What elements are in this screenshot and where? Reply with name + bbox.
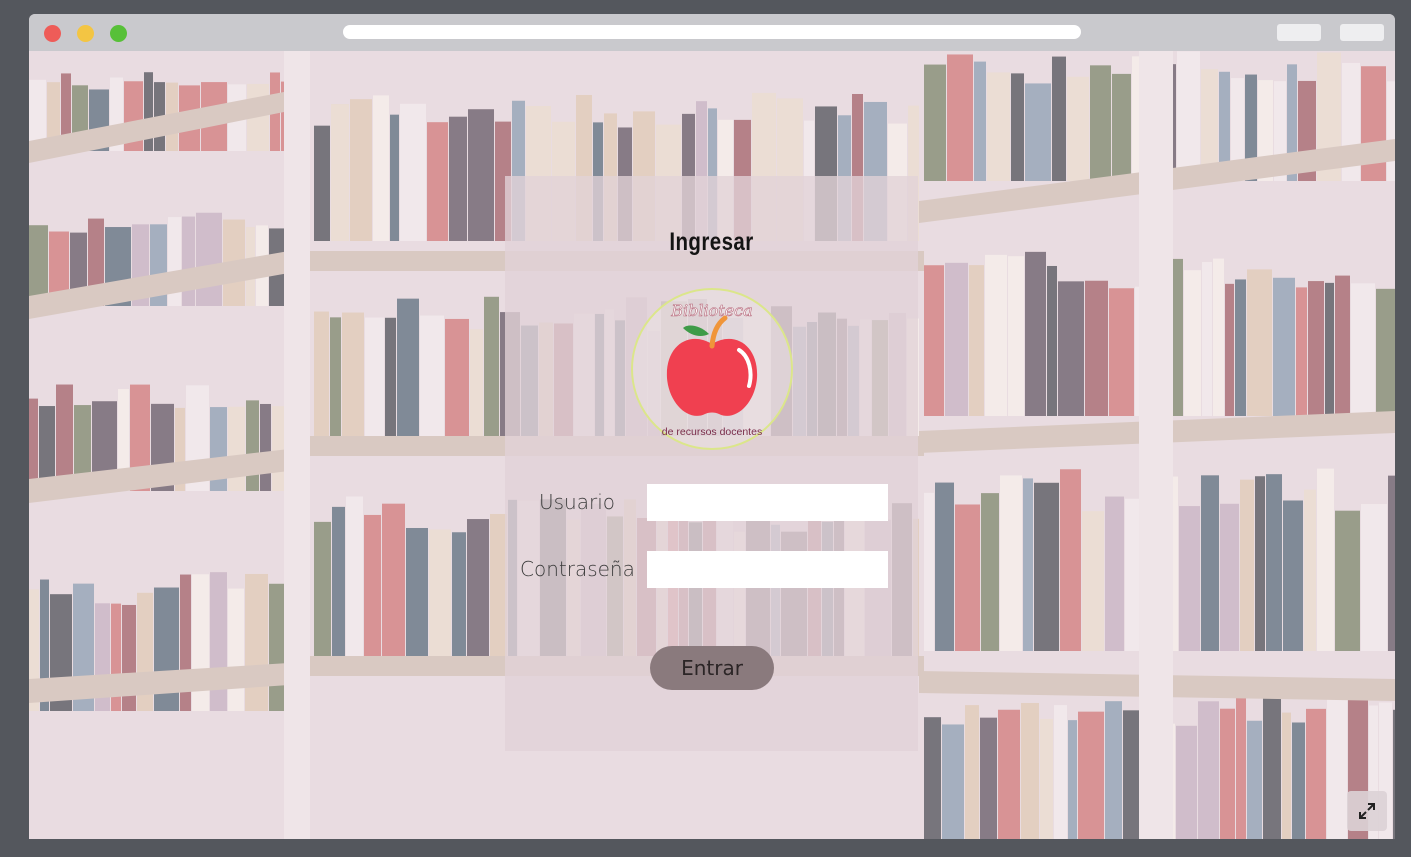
expand-icon — [1359, 803, 1375, 819]
expand-button[interactable] — [1347, 791, 1387, 831]
username-label: Usuario — [539, 490, 616, 514]
page-viewport: Ingresar Biblioteca de recursos docentes… — [29, 51, 1395, 839]
password-label: Contraseña — [520, 557, 635, 581]
minimize-window-button[interactable] — [77, 25, 94, 42]
logo-text-top: Biblioteca — [670, 301, 752, 320]
submit-button[interactable]: Entrar — [650, 646, 774, 690]
apple-logo-icon: Biblioteca de recursos docentes — [631, 288, 793, 450]
maximize-window-button[interactable] — [110, 25, 127, 42]
address-bar[interactable] — [343, 25, 1081, 39]
close-window-button[interactable] — [44, 25, 61, 42]
login-panel: Ingresar Biblioteca de recursos docentes… — [505, 176, 918, 751]
toolbar-button-1[interactable] — [1277, 24, 1321, 41]
password-input[interactable] — [647, 551, 888, 588]
browser-titlebar — [29, 14, 1395, 51]
toolbar-button-2[interactable] — [1340, 24, 1384, 41]
logo-text-bottom: de recursos docentes — [662, 426, 762, 438]
browser-window: Ingresar Biblioteca de recursos docentes… — [29, 14, 1395, 839]
username-input[interactable] — [647, 484, 888, 521]
login-title: Ingresar — [669, 228, 754, 256]
